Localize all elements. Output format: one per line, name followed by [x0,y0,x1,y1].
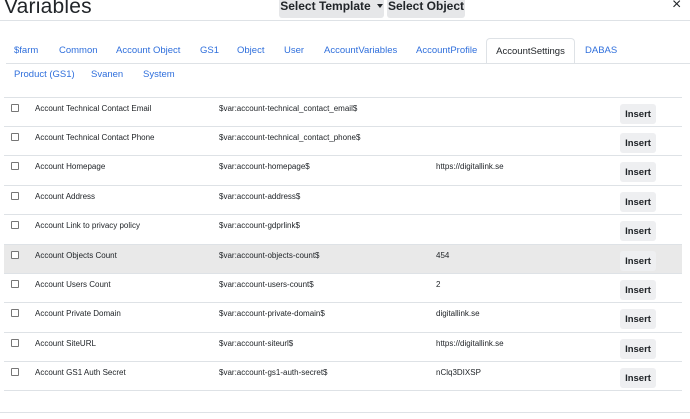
select-object-button[interactable]: Select Object [387,0,465,18]
variable-value: nClq3DIXSP [436,368,481,377]
table-bottom-divider [4,390,682,391]
variable-name: Account Address [35,192,96,201]
tab-system[interactable]: System [143,69,175,80]
insert-button[interactable]: Insert [620,368,656,388]
tab-user[interactable]: User [284,45,304,56]
insert-button[interactable]: Insert [620,309,656,329]
variable-token: $var:account-technical_contact_phone$ [219,133,361,142]
row-checkbox[interactable] [11,339,19,347]
caret-down-icon [376,4,383,8]
insert-button[interactable]: Insert [620,162,656,182]
variable-name: Account Private Domain [35,309,121,318]
insert-button[interactable]: Insert [620,104,656,124]
select-template-label: Select Template [280,0,371,13]
variable-value: digitallink.se [436,309,480,318]
insert-button[interactable]: Insert [620,133,656,153]
row-checkbox[interactable] [11,162,19,170]
table-row: Account Link to privacy policy $var:acco… [4,214,682,243]
table-row: Account Technical Contact Email $var:acc… [4,97,682,126]
table-row: Account Homepage $var:account-homepage$ … [4,155,682,184]
tab-gs1[interactable]: GS1 [200,45,219,56]
variable-token: $var:account-gdprlink$ [219,221,300,230]
tab-account-variables[interactable]: AccountVariables [324,45,397,56]
tab-dabas[interactable]: DABAS [585,45,617,56]
close-icon[interactable]: × [672,0,681,14]
tab-account-profile[interactable]: AccountProfile [416,45,477,56]
footer-divider [0,412,690,413]
page-title: Variables [4,0,92,18]
tab-common[interactable]: Common [59,45,98,56]
header-divider [0,20,690,21]
tab-product-gs1[interactable]: Product (GS1) [14,69,75,80]
variable-token: $var:account-technical_contact_email$ [219,104,358,113]
select-template-button[interactable]: Select Template [279,0,384,18]
tab-svanen[interactable]: Svanen [91,69,123,80]
variable-name: Account Objects Count [35,251,117,260]
insert-button[interactable]: Insert [620,339,656,359]
table-row: Account Technical Contact Phone $var:acc… [4,126,682,155]
table-row: Account Objects Count $var:account-objec… [4,244,682,273]
table-row: Account Address $var:account-address$ In… [4,185,682,214]
variable-token: $var:account-gs1-auth-secret$ [219,368,328,377]
tab-farm[interactable]: $farm [14,45,38,56]
variable-value: 454 [436,251,450,260]
insert-button[interactable]: Insert [620,251,656,271]
row-checkbox[interactable] [11,368,19,376]
table-row: Account GS1 Auth Secret $var:account-gs1… [4,361,682,390]
insert-button[interactable]: Insert [620,192,656,212]
table-row: Account SiteURL $var:account-siteurl$ ht… [4,332,682,361]
variable-name: Account Users Count [35,280,111,289]
row-checkbox[interactable] [11,309,19,317]
tab-object[interactable]: Object [237,45,264,56]
variable-name: Account GS1 Auth Secret [35,368,126,377]
variable-value: https://digitallink.se [436,162,504,171]
row-checkbox[interactable] [11,133,19,141]
tab-account-settings[interactable]: AccountSettings [486,38,575,64]
variable-name: Account SiteURL [35,339,96,348]
insert-button[interactable]: Insert [620,221,656,241]
variable-value: 2 [436,280,441,289]
table-row: Account Private Domain $var:account-priv… [4,302,682,331]
variable-name: Account Link to privacy policy [35,221,140,230]
variable-token: $var:account-users-count$ [219,280,314,289]
row-checkbox[interactable] [11,221,19,229]
variable-token: $var:account-siteurl$ [219,339,294,348]
variable-name: Account Technical Contact Email [35,104,152,113]
row-checkbox[interactable] [11,251,19,259]
variable-token: $var:account-homepage$ [219,162,310,171]
tab-account-object[interactable]: Account Object [116,45,180,56]
row-checkbox[interactable] [11,104,19,112]
tabs-divider [6,63,690,64]
variable-name: Account Technical Contact Phone [35,133,155,142]
row-checkbox[interactable] [11,192,19,200]
variable-value: https://digitallink.se [436,339,504,348]
variable-token: $var:account-objects-count$ [219,251,320,260]
row-checkbox[interactable] [11,280,19,288]
variable-name: Account Homepage [35,162,106,171]
insert-button[interactable]: Insert [620,280,656,300]
variable-token: $var:account-address$ [219,192,301,201]
variable-token: $var:account-private-domain$ [219,309,325,318]
table-row: Account Users Count $var:account-users-c… [4,273,682,302]
